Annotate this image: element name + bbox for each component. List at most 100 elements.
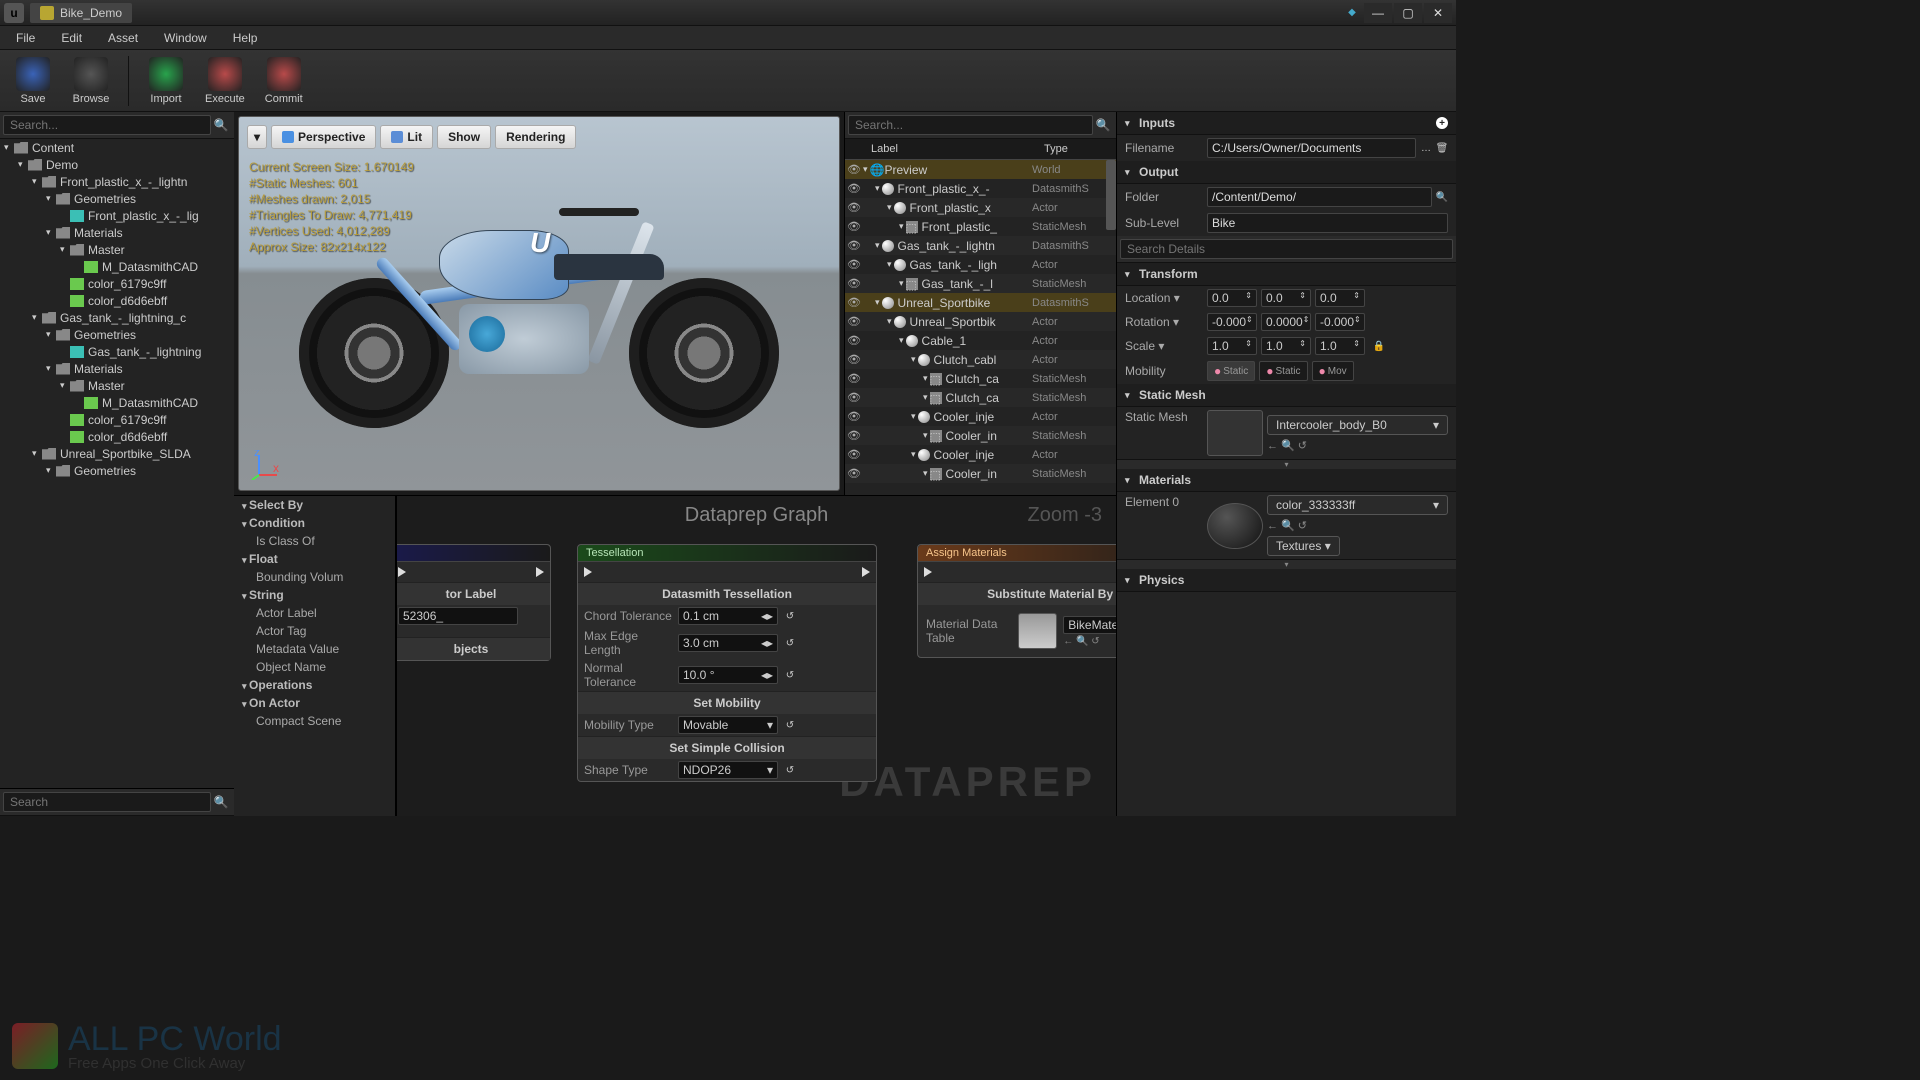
content-search-input[interactable] (3, 115, 211, 135)
viewport-options-dropdown[interactable]: ▾ (247, 125, 267, 149)
outliner-row[interactable]: 👁▾⬚Front_plastic_StaticMesh (845, 217, 1116, 236)
document-tab[interactable]: Bike_Demo (30, 3, 132, 23)
number-input[interactable]: 0.0⇕ (1207, 289, 1257, 307)
delete-icon[interactable]: 🗑 (1436, 142, 1448, 154)
outliner-row[interactable]: 👁▾⬚Cooler_inStaticMesh (845, 426, 1116, 445)
minimize-button[interactable]: — (1364, 3, 1392, 23)
scrollbar-thumb[interactable] (1106, 160, 1116, 230)
tree-node[interactable]: ▾Materials (0, 360, 234, 377)
tree-node[interactable]: ▾Materials (0, 224, 234, 241)
tree-node[interactable]: ▾Geometries (0, 326, 234, 343)
palette-item[interactable]: Actor Tag (234, 622, 395, 640)
number-input[interactable]: 1.0⇕ (1261, 337, 1311, 355)
palette-item[interactable]: Condition (234, 514, 395, 532)
commit-button[interactable]: Commit (257, 55, 311, 107)
physics-section-header[interactable]: Physics (1117, 569, 1456, 592)
menu-edit[interactable]: Edit (49, 28, 94, 48)
maximize-button[interactable]: ▢ (1394, 3, 1422, 23)
tree-node[interactable]: Front_plastic_x_-_lig (0, 207, 234, 224)
palette-item[interactable]: Select By (234, 496, 395, 514)
tree-node[interactable]: ▾Master (0, 377, 234, 394)
search-icon[interactable]: 🔍 (211, 792, 231, 812)
outliner-row[interactable]: 👁▾Gas_tank_-_lighActor (845, 255, 1116, 274)
number-input[interactable]: -0.000⇕ (1207, 313, 1257, 331)
execute-button[interactable]: Execute (197, 55, 253, 107)
palette-item[interactable]: String (234, 586, 395, 604)
palette-item[interactable]: Operations (234, 676, 395, 694)
expand-thin[interactable]: ▾ (1117, 559, 1456, 569)
outliner-row[interactable]: 👁▾Unreal_SportbikeDatasmithS (845, 293, 1116, 312)
palette-item[interactable]: Object Name (234, 658, 395, 676)
number-input[interactable]: 1.0⇕ (1315, 337, 1365, 355)
browse-icon[interactable]: … (1420, 142, 1432, 154)
marketplace-icon[interactable]: ◆ (1342, 7, 1362, 19)
material-asset-dropdown[interactable]: color_333333ff▾ (1267, 495, 1448, 515)
outliner-row[interactable]: 👁▾Cooler_injeActor (845, 445, 1116, 464)
tree-node[interactable]: color_d6d6ebff (0, 428, 234, 445)
search-icon[interactable]: 🔍 (211, 115, 231, 135)
outliner-row[interactable]: 👁▾Unreal_SportbikActor (845, 312, 1116, 331)
menu-file[interactable]: File (4, 28, 47, 48)
tree-node[interactable]: color_6179c9ff (0, 275, 234, 292)
palette-item[interactable]: Float (234, 550, 395, 568)
outliner-row[interactable]: 👁▾⬚Clutch_caStaticMesh (845, 369, 1116, 388)
outliner-row[interactable]: 👁▾⬚Clutch_caStaticMesh (845, 388, 1116, 407)
viewport-perspective-button[interactable]: Perspective (271, 125, 376, 149)
sublevel-input[interactable] (1207, 213, 1448, 233)
search-icon[interactable]: 🔍 (1436, 191, 1448, 203)
mobility-option[interactable]: ●Static (1207, 361, 1255, 381)
expand-thin[interactable]: ▾ (1117, 459, 1456, 469)
viewport-show-button[interactable]: Show (437, 125, 491, 149)
outliner-row[interactable]: 👁▾Front_plastic_x_-DatasmithS (845, 179, 1116, 198)
mobility-option[interactable]: ●Static (1259, 361, 1307, 381)
outliner-row[interactable]: 👁▾🌐PreviewWorld (845, 160, 1116, 179)
staticmesh-section-header[interactable]: Static Mesh (1117, 384, 1456, 407)
filename-input[interactable] (1207, 138, 1416, 158)
palette-item[interactable]: Metadata Value (234, 640, 395, 658)
palette-item[interactable]: Actor Label (234, 604, 395, 622)
tree-node[interactable]: ▾Geometries (0, 462, 234, 479)
textures-dropdown[interactable]: Textures ▾ (1267, 536, 1340, 556)
tree-node[interactable]: ▾Master (0, 241, 234, 258)
outliner-row[interactable]: 👁▾Gas_tank_-_lightnDatasmithS (845, 236, 1116, 255)
close-button[interactable]: ✕ (1424, 3, 1452, 23)
number-input[interactable]: -0.000⇕ (1315, 313, 1365, 331)
materials-section-header[interactable]: Materials (1117, 469, 1456, 492)
outliner-row[interactable]: 👁▾Clutch_cablActor (845, 350, 1116, 369)
palette-item[interactable]: Compact Scene (234, 712, 395, 730)
menu-window[interactable]: Window (152, 28, 219, 48)
number-input[interactable]: 0.0⇕ (1315, 289, 1365, 307)
tree-node[interactable]: ▾Content (0, 139, 234, 156)
staticmesh-thumb[interactable] (1207, 410, 1263, 456)
viewport-3d[interactable]: ▾ Perspective Lit Show Rendering Current… (238, 116, 840, 491)
tree-node[interactable]: ▾Front_plastic_x_-_lightn (0, 173, 234, 190)
import-button[interactable]: Import (139, 55, 193, 107)
output-section-header[interactable]: Output (1117, 161, 1456, 184)
tree-node[interactable]: ▾Demo (0, 156, 234, 173)
palette-search-input[interactable] (3, 792, 211, 812)
viewport-rendering-button[interactable]: Rendering (495, 125, 576, 149)
inputs-section-header[interactable]: Inputs + (1117, 112, 1456, 135)
tree-node[interactable]: M_DatasmithCAD (0, 258, 234, 275)
add-icon[interactable]: + (1436, 117, 1448, 129)
outliner-row[interactable]: 👁▾Front_plastic_xActor (845, 198, 1116, 217)
number-input[interactable]: 1.0⇕ (1207, 337, 1257, 355)
lock-icon[interactable]: 🔒 (1373, 340, 1385, 352)
outliner-row[interactable]: 👁▾Cable_1Actor (845, 331, 1116, 350)
browse-button[interactable]: Browse (64, 55, 118, 107)
graph-node-tessellation[interactable]: Tessellation Datasmith Tessellation Chor… (577, 544, 877, 782)
outliner-header[interactable]: Label Type (845, 139, 1116, 160)
outliner-row[interactable]: 👁▾⬚Cooler_inStaticMesh (845, 464, 1116, 483)
staticmesh-asset-dropdown[interactable]: Intercooler_body_B0▾ (1267, 415, 1448, 435)
outliner-row[interactable]: 👁▾Cooler_injeActor (845, 407, 1116, 426)
tree-node[interactable]: color_d6d6ebff (0, 292, 234, 309)
save-button[interactable]: Save (6, 55, 60, 107)
tree-node[interactable]: Gas_tank_-_lightning (0, 343, 234, 360)
details-search-input[interactable] (1120, 239, 1453, 259)
outliner-search-input[interactable] (848, 115, 1093, 135)
tree-node[interactable]: ▾Unreal_Sportbike_SLDA (0, 445, 234, 462)
mobility-option[interactable]: ●Mov (1312, 361, 1354, 381)
palette-item[interactable]: On Actor (234, 694, 395, 712)
menu-help[interactable]: Help (221, 28, 270, 48)
viewport-lit-button[interactable]: Lit (380, 125, 433, 149)
